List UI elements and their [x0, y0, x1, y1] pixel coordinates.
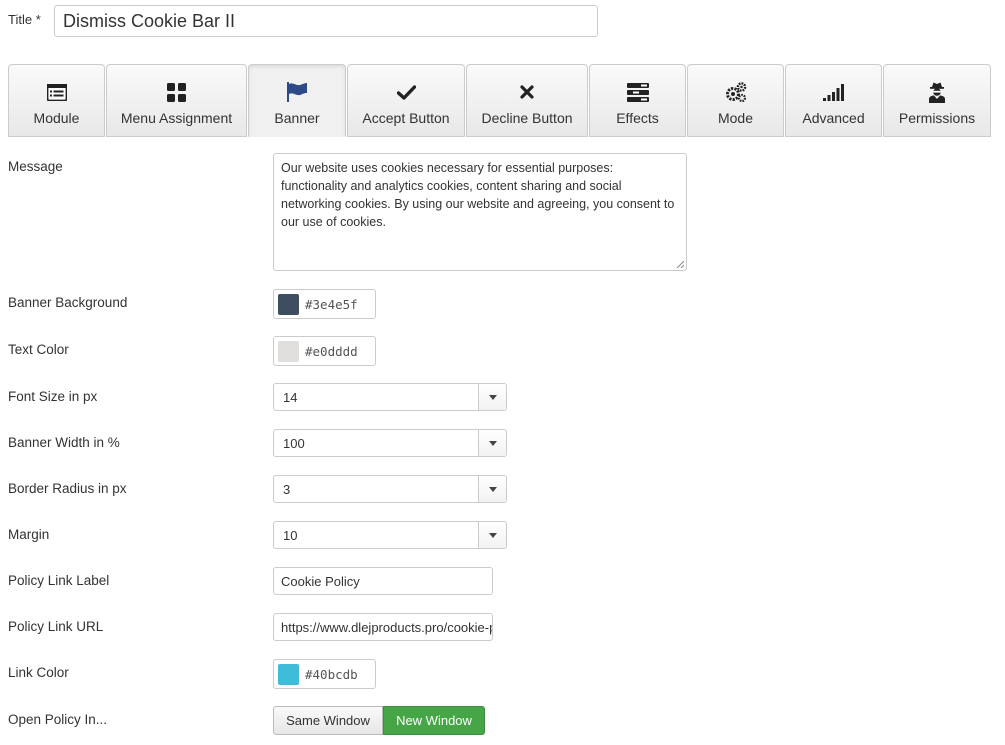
title-label: Title *	[8, 12, 41, 27]
message-label: Message	[8, 159, 63, 174]
caret-down-icon[interactable]	[478, 476, 506, 502]
open-policy-in-label: Open Policy In...	[8, 712, 108, 727]
tab-effects[interactable]: Effects	[589, 64, 686, 137]
tab-label: Module	[33, 110, 80, 126]
tab-decline-button[interactable]: Decline Button	[466, 64, 588, 137]
caret-down-icon[interactable]	[478, 430, 506, 456]
link-color-picker[interactable]: #40bcdb	[273, 659, 376, 689]
tab-permissions[interactable]: Permissions	[883, 64, 991, 137]
check-icon	[395, 81, 417, 103]
gears-icon	[725, 81, 747, 103]
x-icon	[516, 81, 538, 103]
color-swatch[interactable]	[278, 663, 299, 685]
same-window-button[interactable]: Same Window	[273, 706, 383, 735]
tab-module[interactable]: Module	[8, 64, 105, 137]
select-value: 10	[283, 527, 298, 543]
flag-icon	[286, 81, 308, 103]
banner-width-select[interactable]: 100	[273, 429, 507, 457]
color-value: #3e4e5f	[305, 296, 358, 312]
tab-mode[interactable]: Mode	[687, 64, 784, 137]
tab-advanced[interactable]: Advanced	[785, 64, 882, 137]
color-value: #e0dddd	[305, 343, 358, 359]
tab-label: Permissions	[898, 110, 976, 126]
input-value: https://www.dlejproducts.pro/cookie-poli…	[281, 619, 492, 635]
input-value: Cookie Policy	[281, 573, 360, 589]
tab-menu-assignment[interactable]: Menu Assignment	[106, 64, 247, 137]
policy-link-label-label: Policy Link Label	[8, 573, 110, 588]
banner-background-color-picker[interactable]: #3e4e5f	[273, 289, 376, 319]
color-value: #40bcdb	[305, 666, 358, 682]
banner-background-label: Banner Background	[8, 295, 128, 310]
tab-banner[interactable]: Banner	[248, 64, 346, 137]
link-color-label: Link Color	[8, 665, 69, 680]
new-window-button[interactable]: New Window	[383, 706, 485, 735]
color-swatch[interactable]	[278, 293, 299, 315]
tab-label: Advanced	[802, 110, 865, 126]
margin-select[interactable]: 10	[273, 521, 507, 549]
policy-link-url-input[interactable]: https://www.dlejproducts.pro/cookie-poli…	[273, 613, 493, 641]
title-input[interactable]	[54, 5, 598, 37]
bars-icon	[626, 81, 649, 103]
tab-bar: Module Menu Assignment Banner Accept But…	[8, 64, 992, 138]
color-swatch[interactable]	[278, 340, 299, 362]
resize-grip-icon[interactable]	[676, 260, 684, 268]
banner-width-label: Banner Width in %	[8, 435, 120, 450]
margin-label: Margin	[8, 527, 50, 542]
text-color-picker[interactable]: #e0dddd	[273, 336, 376, 366]
caret-down-icon[interactable]	[478, 522, 506, 548]
tab-label: Decline Button	[481, 110, 573, 126]
font-size-select[interactable]: 14	[273, 383, 507, 411]
signal-icon	[822, 81, 845, 103]
tab-label: Menu Assignment	[120, 110, 233, 126]
list-icon	[46, 81, 68, 103]
border-radius-label: Border Radius in px	[8, 481, 127, 496]
text-color-label: Text Color	[8, 342, 69, 357]
tab-label: Mode	[717, 110, 754, 126]
tab-label: Accept Button	[362, 110, 450, 126]
tab-label: Effects	[616, 110, 659, 126]
tab-accept-button[interactable]: Accept Button	[347, 64, 465, 137]
policy-link-url-label: Policy Link URL	[8, 619, 104, 634]
caret-down-icon[interactable]	[478, 384, 506, 410]
font-size-label: Font Size in px	[8, 389, 98, 404]
open-policy-in-toggle: Same Window New Window	[273, 706, 485, 735]
select-value: 3	[283, 481, 291, 497]
border-radius-select[interactable]: 3	[273, 475, 507, 503]
message-textarea[interactable]: Our website uses cookies necessary for e…	[273, 153, 687, 271]
select-value: 14	[283, 389, 298, 405]
select-value: 100	[283, 435, 305, 451]
tab-label: Banner	[274, 110, 320, 126]
agent-icon	[926, 81, 948, 103]
grid-icon	[166, 81, 188, 103]
policy-link-label-input[interactable]: Cookie Policy	[273, 567, 493, 595]
message-text: Our website uses cookies necessary for e…	[281, 161, 675, 229]
